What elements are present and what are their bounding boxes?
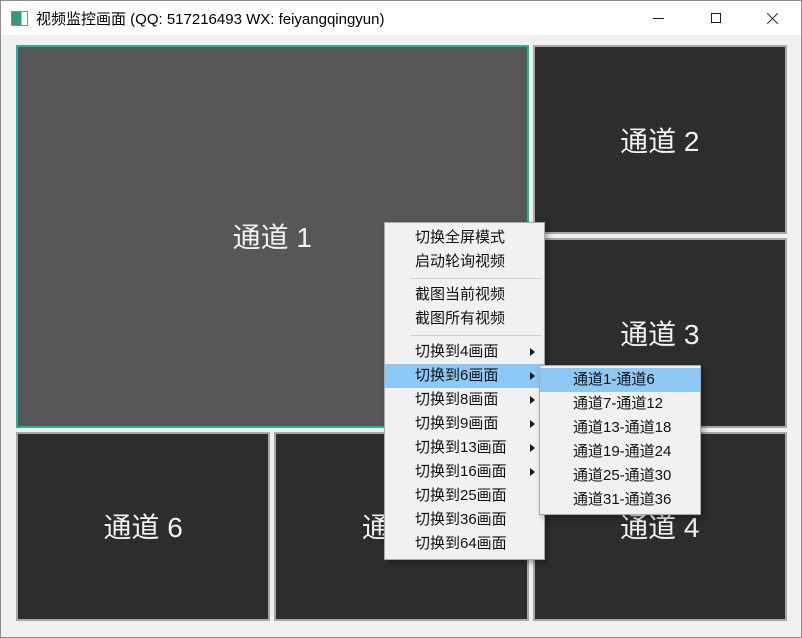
- minimize-icon: [653, 18, 664, 19]
- window-title: 视频监控画面 (QQ: 517216493 WX: feiyangqingyun…: [36, 8, 385, 29]
- menu-item-label: 启动轮询视频: [415, 253, 505, 270]
- menu-item-label: 切换到6画面: [415, 367, 498, 384]
- submenu-item-label: 通道25-通道30: [573, 467, 671, 484]
- menu-item[interactable]: 切换到6画面: [385, 364, 544, 388]
- menu-item[interactable]: 启动轮询视频: [385, 250, 544, 274]
- submenu-item[interactable]: 通道7-通道12: [540, 392, 700, 416]
- context-menu: 切换全屏模式启动轮询视频截图当前视频截图所有视频切换到4画面切换到6画面切换到8…: [384, 222, 545, 560]
- menu-item[interactable]: 切换到9画面: [385, 412, 544, 436]
- maximize-icon: [711, 13, 721, 23]
- menu-item-label: 切换到16画面: [415, 463, 507, 480]
- menu-separator: [411, 278, 541, 279]
- menu-item-label: 切换到9画面: [415, 415, 498, 432]
- close-button[interactable]: [744, 1, 801, 35]
- submenu-arrow-icon: [530, 348, 535, 356]
- submenu-item[interactable]: 通道13-通道18: [540, 416, 700, 440]
- menu-item-label: 切换到36画面: [415, 511, 507, 528]
- window-controls: [630, 1, 801, 35]
- menu-item-label: 切换到64画面: [415, 535, 507, 552]
- menu-item[interactable]: 切换到13画面: [385, 436, 544, 460]
- menu-item-label: 切换到8画面: [415, 391, 498, 408]
- close-icon: [766, 12, 779, 25]
- submenu-item-label: 通道13-通道18: [573, 419, 671, 436]
- menu-item[interactable]: 切换到25画面: [385, 484, 544, 508]
- submenu-arrow-icon: [530, 444, 535, 452]
- menu-item-label: 切换到25画面: [415, 487, 507, 504]
- submenu-arrow-icon: [530, 420, 535, 428]
- submenu-item-label: 通道31-通道36: [573, 491, 671, 508]
- maximize-button[interactable]: [687, 1, 744, 35]
- channel-label: 通道 2: [620, 120, 699, 160]
- submenu-item[interactable]: 通道1-通道6: [540, 368, 700, 392]
- menu-item-label: 截图所有视频: [415, 310, 505, 327]
- menu-item[interactable]: 切换到16画面: [385, 460, 544, 484]
- menu-item-label: 切换全屏模式: [415, 229, 505, 246]
- submenu-arrow-icon: [530, 372, 535, 380]
- channel-label: 通道 3: [620, 313, 699, 353]
- minimize-button[interactable]: [630, 1, 687, 35]
- app-icon: [11, 11, 28, 26]
- menu-item[interactable]: 切换全屏模式: [385, 226, 544, 250]
- submenu-arrow-icon: [530, 396, 535, 404]
- app-window: 视频监控画面 (QQ: 517216493 WX: feiyangqingyun…: [0, 0, 802, 638]
- submenu-arrow-icon: [530, 468, 535, 476]
- menu-item[interactable]: 切换到36画面: [385, 508, 544, 532]
- menu-item[interactable]: 截图所有视频: [385, 307, 544, 331]
- menu-item-label: 切换到13画面: [415, 439, 507, 456]
- menu-item-label: 切换到4画面: [415, 343, 498, 360]
- channel-panel-6[interactable]: 通道 6: [16, 432, 270, 621]
- titlebar: 视频监控画面 (QQ: 517216493 WX: feiyangqingyun…: [1, 1, 801, 35]
- submenu-item-label: 通道7-通道12: [573, 395, 663, 412]
- submenu-item[interactable]: 通道25-通道30: [540, 464, 700, 488]
- menu-item[interactable]: 切换到8画面: [385, 388, 544, 412]
- menu-item[interactable]: 切换到4画面: [385, 340, 544, 364]
- channel-label: 通道 1: [233, 216, 312, 256]
- menu-separator: [411, 335, 541, 336]
- submenu-item[interactable]: 通道19-通道24: [540, 440, 700, 464]
- submenu-item-label: 通道19-通道24: [573, 443, 671, 460]
- menu-item[interactable]: 切换到64画面: [385, 532, 544, 556]
- channel-range-submenu: 通道1-通道6 通道7-通道12 通道13-通道18 通道19-通道24 通道25-通道…: [539, 365, 701, 515]
- menu-item[interactable]: 截图当前视频: [385, 283, 544, 307]
- channel-label: 通道 6: [103, 506, 182, 546]
- menu-item-label: 截图当前视频: [415, 286, 505, 303]
- channel-panel-2[interactable]: 通道 2: [533, 45, 787, 234]
- submenu-item-label: 通道1-通道6: [573, 371, 655, 388]
- submenu-item[interactable]: 通道31-通道36: [540, 488, 700, 512]
